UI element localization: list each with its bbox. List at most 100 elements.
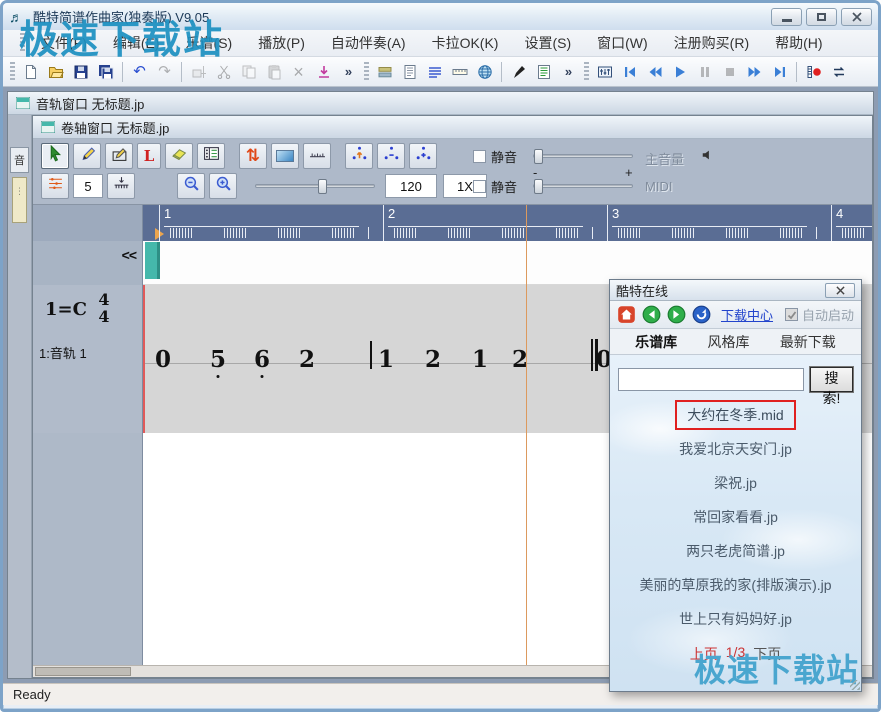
refresh-icon[interactable] xyxy=(692,305,711,324)
pencil-tool-icon xyxy=(79,145,96,167)
l-tool-button[interactable]: L xyxy=(137,143,161,169)
download-list-item[interactable]: 美丽的草原我的家(排版演示).jp xyxy=(631,569,839,601)
note-digit[interactable]: 5 xyxy=(210,348,226,371)
more-chevron-icon[interactable]: » xyxy=(556,60,581,84)
minimize-button[interactable] xyxy=(771,8,802,26)
autostart-checkbox[interactable] xyxy=(785,308,798,321)
menu-item-w[interactable]: 窗口(W) xyxy=(584,29,661,57)
download-list-item[interactable]: 我爱北京天安门.jp xyxy=(671,433,800,465)
clip-block[interactable] xyxy=(145,242,160,279)
dock-grip-handle[interactable]: ⋮ xyxy=(12,177,27,223)
edit-toolbar: L ⇅ 静音 xyxy=(33,139,872,205)
ruler-measure[interactable]: 2 xyxy=(383,205,607,241)
search-button[interactable]: 搜索! xyxy=(810,367,853,392)
menu-item-okk[interactable]: 卡拉OK(K) xyxy=(419,29,512,57)
zoom-slider[interactable] xyxy=(255,184,375,188)
note-digit[interactable]: 2 xyxy=(425,348,441,371)
collapse-button[interactable]: << xyxy=(122,247,136,263)
record-icon[interactable] xyxy=(801,60,826,84)
panel-tab[interactable]: 乐谱库 xyxy=(635,332,677,352)
forward-icon[interactable] xyxy=(667,305,686,324)
note-digit[interactable]: 0 xyxy=(155,348,171,371)
grid-tool-icon xyxy=(203,145,220,167)
menu-item-r[interactable]: 注册购买(R) xyxy=(661,29,762,57)
download-list-item[interactable]: 世上只有妈妈好.jp xyxy=(671,603,800,635)
skip-start-icon[interactable] xyxy=(617,60,642,84)
download-center-link[interactable]: 下载中心 xyxy=(721,305,773,324)
track-side-tab[interactable]: 音 xyxy=(10,147,29,173)
ruler-measure[interactable]: 3 xyxy=(607,205,831,241)
scroll-window-titlebar[interactable]: 卷轴窗口 无标题.jp xyxy=(33,116,872,139)
mute-checkbox-2[interactable] xyxy=(473,180,486,193)
record-pen-icon[interactable] xyxy=(506,60,531,84)
pencil-tool-button[interactable] xyxy=(73,143,101,169)
menu-item-p[interactable]: 播放(P) xyxy=(245,29,318,57)
zoom-out-icon xyxy=(183,175,200,197)
beat-ruler-button[interactable] xyxy=(107,173,135,199)
ruler-icon[interactable] xyxy=(447,60,472,84)
panel-tab[interactable]: 最新下载 xyxy=(780,332,836,352)
play-icon[interactable] xyxy=(667,60,692,84)
download-list-item[interactable]: 两只老虎简谱.jp xyxy=(678,535,793,567)
rewind-icon[interactable] xyxy=(642,60,667,84)
panel-resize-grip[interactable] xyxy=(850,680,860,690)
mini-ruler-button[interactable] xyxy=(303,143,331,169)
midi-volume-slider[interactable] xyxy=(533,184,633,188)
track-header-cell: << xyxy=(33,241,143,285)
ruler-measure[interactable]: 4 xyxy=(831,205,872,241)
tempo-input[interactable] xyxy=(385,174,437,198)
web-icon[interactable] xyxy=(472,60,497,84)
loop-icon[interactable] xyxy=(826,60,851,84)
mute-checkbox-1[interactable] xyxy=(473,150,486,163)
mixer-icon[interactable] xyxy=(592,60,617,84)
score-page-icon[interactable] xyxy=(397,60,422,84)
panel-tab[interactable]: 风格库 xyxy=(707,332,749,352)
download-list-item[interactable]: 常回家看看.jp xyxy=(685,501,786,533)
master-volume-slider[interactable] xyxy=(533,154,633,158)
import-icon[interactable] xyxy=(311,60,336,84)
search-input[interactable] xyxy=(618,368,804,391)
note-digit[interactable]: 6 xyxy=(254,348,270,371)
dots-plus-button[interactable] xyxy=(409,143,437,169)
measure-number: 1 xyxy=(164,206,171,221)
pitch-shift-button[interactable]: ⇅ xyxy=(239,143,267,169)
back-icon[interactable] xyxy=(642,305,661,324)
menu-item-a[interactable]: 自动伴奏(A) xyxy=(318,29,419,57)
skip-end-icon[interactable] xyxy=(767,60,792,84)
pencil-box-tool-button[interactable] xyxy=(105,143,133,169)
track-window-titlebar[interactable]: 音轨窗口 无标题.jp xyxy=(8,92,873,115)
maximize-button[interactable] xyxy=(806,8,837,26)
zoom-out-button[interactable] xyxy=(177,173,205,199)
measure-ruler[interactable]: 1 234 xyxy=(143,205,872,241)
lines-tool-button[interactable] xyxy=(41,173,69,199)
scrollbar-thumb[interactable] xyxy=(35,667,131,676)
master-volume-label: 主音量 xyxy=(645,149,684,168)
menu-item-h[interactable]: 帮助(H) xyxy=(762,29,835,57)
note-digit[interactable]: 2 xyxy=(299,348,315,371)
eraser-tool-button[interactable] xyxy=(165,143,193,169)
lyric-lines-icon[interactable] xyxy=(422,60,447,84)
note-digit[interactable]: 1 xyxy=(378,348,394,371)
note-doc-icon[interactable] xyxy=(531,60,556,84)
online-panel-titlebar[interactable]: 酷特在线 xyxy=(610,280,861,301)
fast-forward-icon[interactable] xyxy=(742,60,767,84)
download-list-item[interactable]: 梁祝.jp xyxy=(706,467,765,499)
autostart-label: 自动启动 xyxy=(802,305,854,324)
home-icon[interactable] xyxy=(617,305,636,324)
dots-minus-button[interactable] xyxy=(377,143,405,169)
close-button[interactable] xyxy=(841,8,872,26)
grid-size-input[interactable] xyxy=(73,174,103,198)
note-digit[interactable]: 1 xyxy=(472,348,488,371)
online-panel-close-button[interactable] xyxy=(825,283,855,298)
download-list-item[interactable]: 大约在冬季.mid xyxy=(675,400,795,430)
cursor-tool-icon xyxy=(47,145,64,167)
gradient-select-button[interactable] xyxy=(271,143,299,169)
track-bars-icon[interactable] xyxy=(372,60,397,84)
grid-tool-button[interactable] xyxy=(197,143,225,169)
menu-item-s[interactable]: 设置(S) xyxy=(511,29,584,57)
ruler-measure[interactable]: 1 xyxy=(159,205,383,241)
zoom-in-button[interactable] xyxy=(209,173,237,199)
dots-up-button[interactable] xyxy=(345,143,373,169)
cursor-tool-button[interactable] xyxy=(41,143,69,169)
more-chevron-icon[interactable]: » xyxy=(336,60,361,84)
